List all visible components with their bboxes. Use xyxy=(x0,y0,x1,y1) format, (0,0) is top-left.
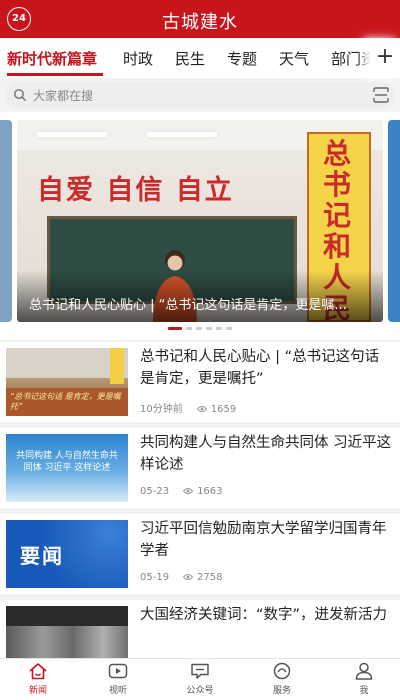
carousel-dot[interactable] xyxy=(226,327,232,330)
news-title: 总书记和人民心贴心 | “总书记这句话是肯定，更是嘱托” xyxy=(140,349,380,387)
thumb-caption-text: 要闻 xyxy=(20,544,64,568)
news-time: 05-23 xyxy=(140,486,170,497)
nav-services[interactable]: 服务 xyxy=(242,662,322,700)
nav-label: 服务 xyxy=(272,686,291,696)
news-views: 1663 xyxy=(197,486,223,497)
carousel-dot[interactable] xyxy=(186,327,192,330)
banner-slide[interactable]: 自爱 自信 自立 总书记和人民心贴 总书记和人民心贴心 | “总书记这句话是肯定… xyxy=(17,120,383,322)
nav-me[interactable]: 我 xyxy=(324,662,400,700)
eye-icon xyxy=(196,406,207,412)
nav-video[interactable]: 视听 xyxy=(78,662,158,700)
news-thumbnail: “总书记这句话 是肯定，更是嘱托” xyxy=(6,348,128,416)
tab-politics[interactable]: 时政 xyxy=(123,48,153,69)
bottom-nav: 新闻 视听 公众号 服务 我 xyxy=(0,658,400,700)
app-title: 古城建水 xyxy=(162,12,238,33)
news-item[interactable]: 大国经济关键词：“数字”，迸发新活力 05-181638 xyxy=(0,600,400,658)
thumb-dark-top xyxy=(6,606,128,626)
search-input[interactable]: 大家都在搜 xyxy=(33,87,93,104)
news-item[interactable]: 要闻 习近平回信勉励南京大学留学归国青年学者 05-19 2758 xyxy=(0,514,400,594)
thumb-yellow-scroll xyxy=(110,348,124,384)
home-icon xyxy=(29,663,47,680)
carousel-dot[interactable] xyxy=(168,327,182,330)
news-meta: 05-23 1663 xyxy=(140,486,223,497)
eye-icon xyxy=(183,488,194,494)
tab-special[interactable]: 专题 xyxy=(227,48,257,69)
carousel-dot[interactable] xyxy=(216,327,222,330)
prev-slide-peek[interactable] xyxy=(0,120,12,322)
news-thumbnail: 共同构建 人与自然生命共同体 习近平 这样论述 xyxy=(6,434,128,502)
thumb-caption-text: 共同构建 人与自然生命共同体 习近平 这样论述 xyxy=(16,451,118,473)
carousel-dot[interactable] xyxy=(196,327,202,330)
news-views: 2758 xyxy=(197,572,223,583)
ceiling-lamp xyxy=(147,132,217,137)
nav-label: 新闻 xyxy=(28,686,47,696)
thumb-caption-text: “总书记这句话 是肯定，更是嘱托” xyxy=(10,392,121,411)
news-thumbnail: 要闻 xyxy=(6,520,128,588)
person-icon xyxy=(355,662,373,680)
nav-official-accounts[interactable]: 公众号 xyxy=(160,662,240,700)
news-title: 大国经济关键词：“数字”，迸发新活力 xyxy=(140,607,388,623)
tab-livelihood[interactable]: 民生 xyxy=(175,48,205,69)
carousel-indicator xyxy=(0,327,400,333)
news-title: 共同构建人与自然生命共同体 习近平这样论述 xyxy=(140,435,392,473)
next-slide-peek[interactable] xyxy=(388,120,400,322)
nav-label: 视听 xyxy=(108,686,127,696)
video-play-icon xyxy=(108,663,128,679)
chat-bubble-icon xyxy=(191,663,209,679)
tab-new-era[interactable]: 新时代新篇章 xyxy=(7,48,97,69)
plus-icon[interactable]: + xyxy=(370,38,400,78)
search-bar[interactable]: 大家都在搜 xyxy=(5,82,395,108)
news-meta: 10分钟前 1659 xyxy=(140,400,236,415)
news-meta: 05-19 2758 xyxy=(140,572,223,583)
banner-caption: 总书记和人民心贴心 | “总书记这句话是肯定，更是嘱... xyxy=(29,298,347,313)
carousel-dot[interactable] xyxy=(206,327,212,330)
nav-label: 公众号 xyxy=(186,686,214,696)
news-time: 05-19 xyxy=(140,572,170,583)
news-title: 习近平回信勉励南京大学留学归国青年学者 xyxy=(140,521,387,559)
news-item[interactable]: 共同构建 人与自然生命共同体 习近平 这样论述 共同构建人与自然生命共同体 习近… xyxy=(0,428,400,508)
banner-carousel: 自爱 自信 自立 总书记和人民心贴 总书记和人民心贴心 | “总书记这句话是肯定… xyxy=(0,112,400,340)
ceiling-lamp xyxy=(37,132,107,137)
app-header: 24 古城建水 xyxy=(0,0,400,38)
nav-label: 我 xyxy=(359,686,369,696)
active-tab-indicator xyxy=(7,73,103,76)
tab-weather[interactable]: 天气 xyxy=(279,48,309,69)
news-list: “总书记这句话 是肯定，更是嘱托” 总书记和人民心贴心 | “总书记这句话是肯定… xyxy=(0,342,400,658)
category-tabs: 新时代新篇章 时政 民生 专题 天气 部门资 + xyxy=(0,38,400,78)
news-thumbnail xyxy=(6,606,128,658)
scan-icon[interactable] xyxy=(373,87,389,103)
nav-news[interactable]: 新闻 xyxy=(0,662,78,700)
service-circle-icon xyxy=(273,662,291,680)
news-time: 10分钟前 xyxy=(140,404,183,415)
search-icon xyxy=(14,89,27,102)
news-item[interactable]: “总书记这句话 是肯定，更是嘱托” 总书记和人民心贴心 | “总书记这句话是肯定… xyxy=(0,342,400,422)
banner-wall-slogan: 自爱 自信 自立 xyxy=(37,175,234,206)
eye-icon xyxy=(183,574,194,580)
news-views: 1659 xyxy=(210,404,237,415)
